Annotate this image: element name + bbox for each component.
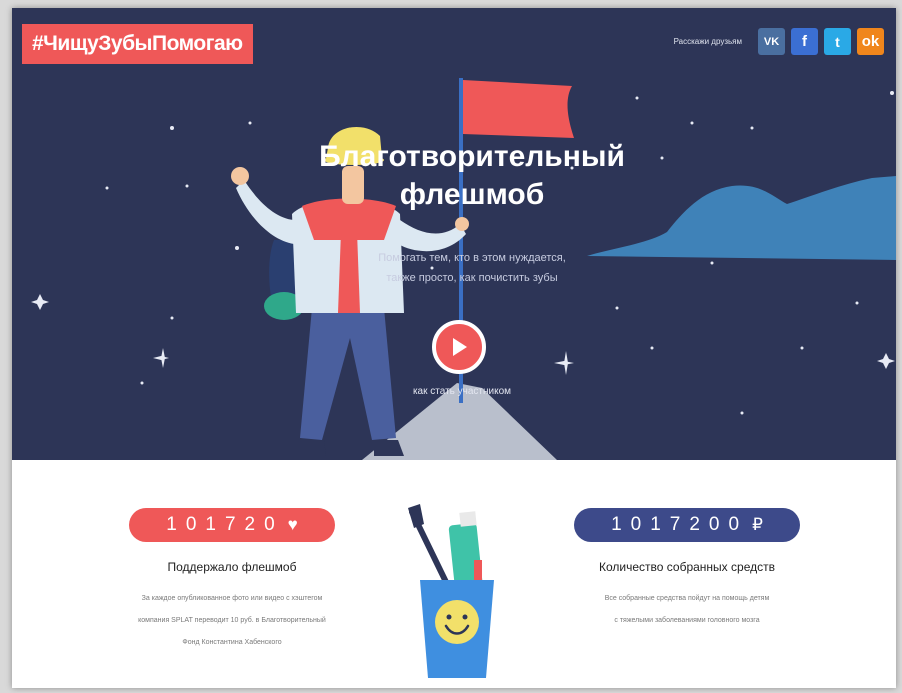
share-label: Расскажи друзьям bbox=[673, 37, 742, 46]
vk-icon: VK bbox=[763, 35, 780, 48]
play-video-button[interactable] bbox=[432, 320, 486, 374]
supporters-desc-line2: компания SPLAT переводит 10 руб. в Благо… bbox=[138, 617, 326, 624]
stat-supporters: 101720 ♥ Поддержало флешмоб За каждое оп… bbox=[92, 508, 372, 654]
supporters-desc-line3: Фонд Константина Хабенского bbox=[182, 639, 282, 646]
play-icon bbox=[453, 338, 467, 356]
funds-label: Количество собранных средств bbox=[599, 560, 775, 574]
ruble-icon: ₽ bbox=[752, 515, 763, 534]
supporters-label: Поддержало флешмоб bbox=[167, 560, 297, 574]
odnoklassniki-share-button[interactable]: ok bbox=[857, 28, 884, 55]
flag bbox=[463, 80, 574, 138]
supporters-desc-line1: За каждое опубликованное фото или видео … bbox=[141, 595, 323, 602]
hero-subtitle-line2: также просто, как почистить зубы bbox=[386, 272, 558, 284]
supporters-description: За каждое опубликованное фото или видео … bbox=[92, 588, 372, 654]
hero-subtitle: Помогать тем, кто в этом нуждается, такж… bbox=[312, 248, 632, 288]
facebook-share-button[interactable]: f bbox=[791, 28, 818, 55]
funds-desc-line1: Все собранные средства пойдут на помощь … bbox=[604, 595, 770, 602]
hero-title: Благотворительный флешмоб bbox=[282, 138, 662, 214]
heart-icon: ♥ bbox=[287, 515, 298, 534]
facebook-icon: f bbox=[802, 33, 807, 50]
supporters-counter: 101720 ♥ bbox=[129, 508, 335, 542]
hero-section: #ЧищуЗубыПомогаю Расскажи друзьям VK f t… bbox=[12, 8, 896, 460]
page-frame: #ЧищуЗубыПомогаю Расскажи друзьям VK f t… bbox=[12, 8, 896, 688]
toothbrush-cup-illustration bbox=[408, 504, 494, 678]
twitter-icon: t bbox=[835, 33, 840, 50]
share-bar: Расскажи друзьям VK f t ok bbox=[674, 28, 884, 55]
hero-subtitle-line1: Помогать тем, кто в этом нуждается, bbox=[378, 252, 566, 264]
twitter-share-button[interactable]: t bbox=[824, 28, 851, 55]
hero-title-line1: Благотворительный bbox=[319, 140, 625, 173]
funds-desc-line2: с тяжелыми заболеваниями головного мозга bbox=[614, 617, 760, 624]
hashtag-logo[interactable]: #ЧищуЗубыПомогаю bbox=[22, 24, 253, 64]
vk-share-button[interactable]: VK bbox=[758, 28, 785, 55]
funds-counter: 1017200 ₽ bbox=[574, 508, 800, 542]
funds-description: Все собранные средства пойдут на помощь … bbox=[547, 588, 827, 632]
how-to-participate-link[interactable]: как стать участником bbox=[372, 386, 552, 397]
stat-funds: 1017200 ₽ Количество собранных средств В… bbox=[547, 508, 827, 632]
funds-value: 1017200 bbox=[611, 514, 749, 535]
odnoklassniki-icon: ok bbox=[861, 33, 880, 50]
hero-title-line2: флешмоб bbox=[399, 178, 545, 211]
supporters-value: 101720 bbox=[166, 514, 284, 535]
